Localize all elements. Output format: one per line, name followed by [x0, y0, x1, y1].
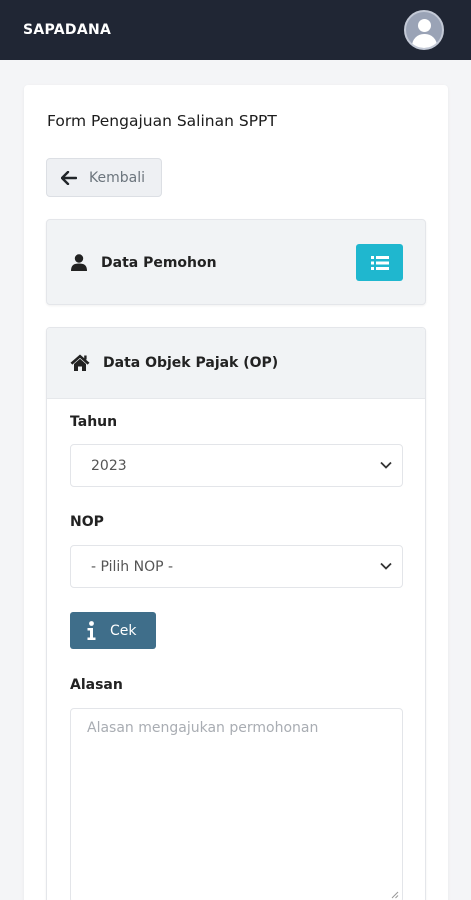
nop-label: NOP: [70, 514, 104, 530]
page-title: Form Pengajuan Salinan SPPT: [47, 112, 277, 130]
tahun-select-value: 2023: [91, 457, 127, 474]
data-objek-pajak-header: Data Objek Pajak (OP): [47, 328, 425, 399]
app-brand[interactable]: SAPADANA: [23, 22, 111, 38]
chevron-down-icon: [380, 461, 392, 469]
list-icon: [370, 255, 389, 270]
alasan-textarea[interactable]: Alasan mengajukan permohonan: [70, 708, 403, 900]
info-icon: [87, 621, 96, 640]
back-button[interactable]: Kembali: [46, 158, 162, 197]
arrow-left-icon: [61, 170, 77, 185]
data-objek-pajak-title: Data Objek Pajak (OP): [103, 355, 279, 371]
alasan-label: Alasan: [70, 677, 123, 693]
user-avatar-icon[interactable]: [404, 10, 444, 50]
cek-button-label: Cek: [110, 622, 137, 639]
tahun-label: Tahun: [70, 414, 118, 430]
home-icon: [70, 354, 90, 371]
user-icon: [71, 254, 87, 271]
alasan-placeholder: Alasan mengajukan permohonan: [87, 720, 319, 736]
chevron-down-icon: [380, 562, 392, 570]
tahun-select[interactable]: 2023: [70, 444, 403, 487]
main-card: Form Pengajuan Salinan SPPT Kembali Data…: [24, 85, 448, 900]
nop-select[interactable]: - Pilih NOP -: [70, 545, 403, 588]
top-navbar: SAPADANA: [0, 0, 471, 60]
data-pemohon-label: Data Pemohon: [101, 255, 217, 271]
data-pemohon-panel: Data Pemohon: [46, 219, 426, 305]
data-objek-pajak-panel: Data Objek Pajak (OP) Tahun 2023 NOP - P…: [46, 327, 426, 900]
cek-button[interactable]: Cek: [70, 612, 156, 649]
resize-grip-icon[interactable]: [391, 891, 399, 899]
back-button-label: Kembali: [89, 169, 145, 186]
data-pemohon-list-button[interactable]: [356, 244, 403, 281]
nop-select-value: - Pilih NOP -: [91, 558, 174, 575]
